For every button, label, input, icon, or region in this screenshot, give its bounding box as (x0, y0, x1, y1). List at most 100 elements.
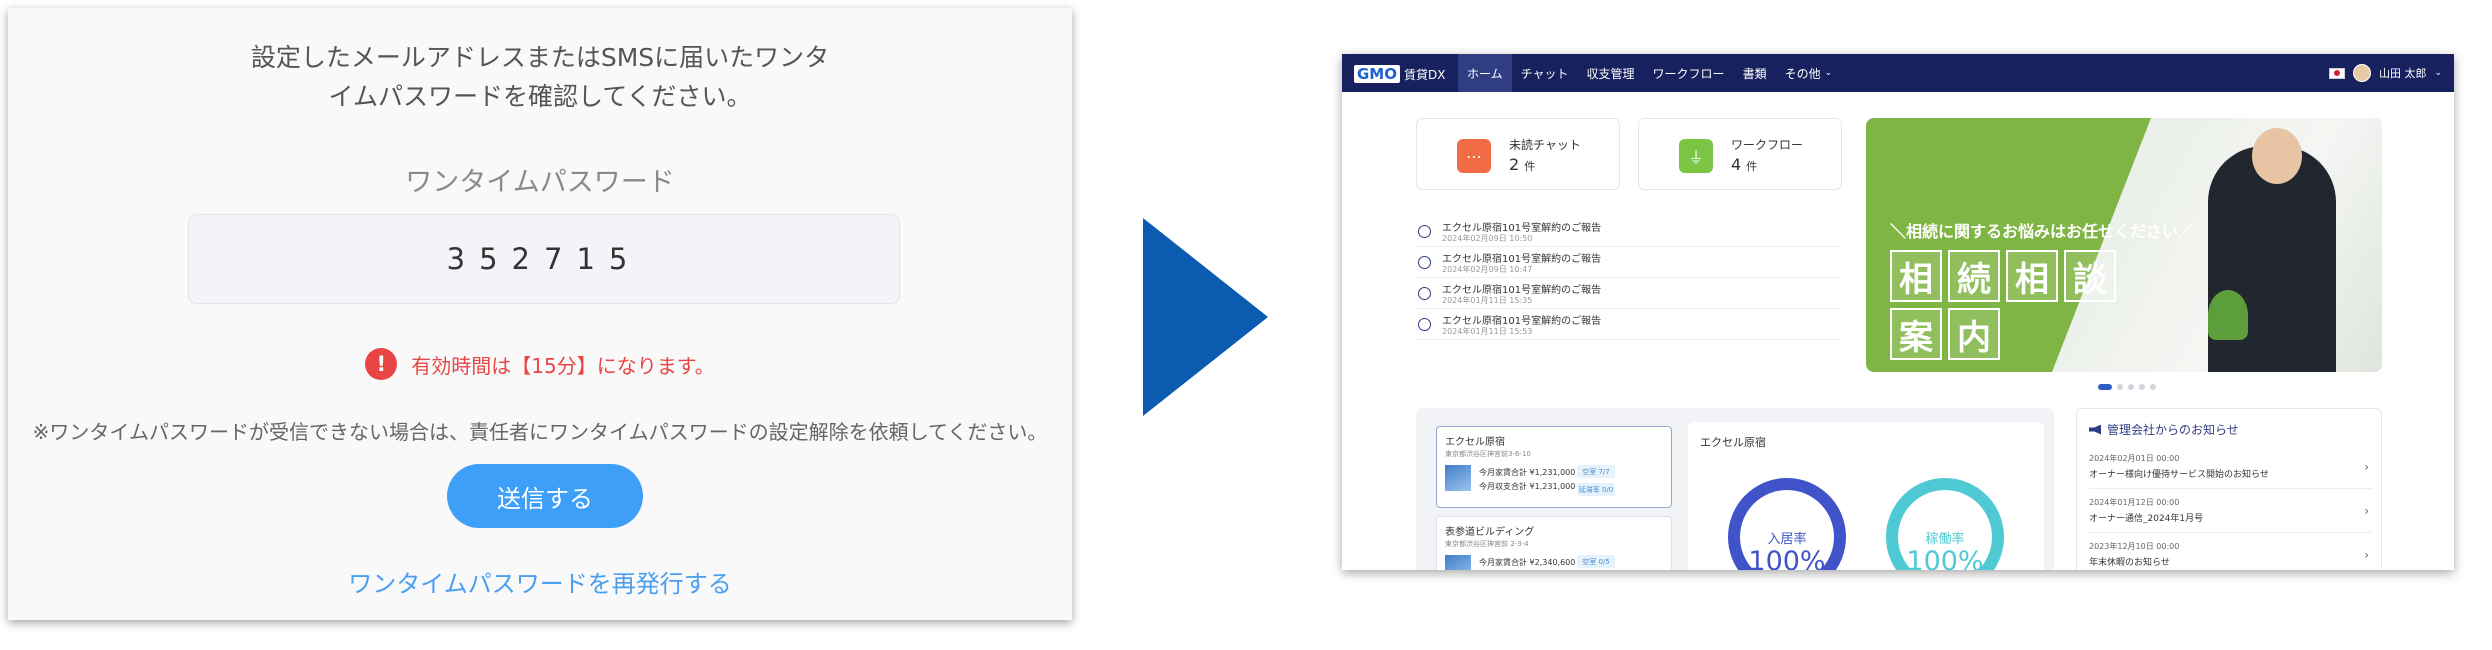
arrow-right-icon (1143, 218, 1268, 416)
list-item[interactable]: 2024年01月12日 00:00 オーナー通信_2024年1月号 › (2089, 491, 2373, 533)
message-title: エクセル原宿101号室解約のご報告 (1442, 285, 1602, 296)
property-card[interactable]: 表参道ビルディング 東京都渋谷区神宮前 2-3-4 今月家賃合計 ¥2,340,… (1436, 516, 1672, 570)
property-metric: 今月家賃合計 ¥2,340,600 (1479, 558, 1576, 567)
nav-item-documents[interactable]: 書類 (1734, 54, 1776, 92)
notice-date: 2023年12月10日 00:00 (2089, 542, 2180, 551)
otp-instruction-line2: イムパスワードを確認してください。 (328, 82, 752, 111)
banner-tagline: ＼相続に関するお悩みはお任せください／ (1890, 222, 2195, 241)
reissue-otp-link[interactable]: ワンタイムパスワードを再発行する (8, 564, 1072, 599)
message-date: 2024年02月09日 10:50 (1442, 234, 1533, 243)
carousel-dot-active[interactable] (2098, 384, 2112, 390)
message-date: 2024年02月09日 10:47 (1442, 265, 1533, 274)
occupancy-card: エクセル原宿 入居率 100% 稼働率 100% (1688, 422, 2044, 570)
notice-date: 2024年01月12日 00:00 (2089, 498, 2180, 507)
app-screenshot: GMO 賃貸DX ホーム チャット 収支管理 ワークフロー 書類 その他 ⌄ 山… (1342, 54, 2454, 570)
workflow-count-value: 4 (1731, 155, 1742, 174)
notice-item-title: 年末休暇のお知らせ (2089, 558, 2170, 568)
unread-chat-card[interactable]: ⋯ 未読チャット 2 件 (1416, 118, 1620, 190)
list-item[interactable]: エクセル原宿101号室解約のご報告 2024年01月11日 15:53 (1414, 309, 1842, 340)
nav-item-home[interactable]: ホーム (1458, 54, 1512, 92)
chat-bubble-icon: ⋯ (1457, 139, 1491, 173)
otp-input[interactable]: 352715 (188, 214, 900, 304)
nav-item-finance[interactable]: 収支管理 (1578, 54, 1644, 92)
message-list: エクセル原宿101号室解約のご報告 2024年02月09日 10:50 エクセル… (1414, 216, 1842, 340)
unread-chat-unit: 件 (1524, 160, 1536, 173)
notice-header: 管理会社からのお知らせ (2089, 421, 2239, 438)
property-name: エクセル原宿 (1445, 437, 1505, 448)
chevron-right-icon: › (2364, 460, 2369, 474)
property-metric: 今月家賃合計 ¥1,231,000 (1479, 468, 1576, 477)
chevron-right-icon: › (2364, 504, 2369, 518)
chevron-down-icon[interactable]: ⌄ (2434, 68, 2442, 78)
nav-item-chat[interactable]: チャット (1512, 54, 1578, 92)
otp-instruction: 設定したメールアドレスまたはSMSに届いたワンタ イムパスワードを確認してくださ… (8, 38, 1072, 116)
list-item[interactable]: 2024年02月01日 00:00 オーナー様向け優待サービス開始のお知らせ › (2089, 447, 2373, 489)
occupancy-title: エクセル原宿 (1700, 436, 1766, 449)
nav-item-other[interactable]: その他 ⌄ (1776, 54, 1842, 92)
nav-item-other-label: その他 (1784, 66, 1821, 81)
otp-instruction-line1: 設定したメールアドレスまたはSMSに届いたワンタ (250, 43, 830, 72)
plant-image (2208, 290, 2248, 340)
chat-icon (1418, 225, 1431, 238)
status-badge: 延滞率 0/0 (1577, 483, 1615, 496)
banner-char: 談 (2064, 250, 2116, 302)
banner-headline-row2: 案 内 (1890, 308, 2000, 360)
building-image (1445, 555, 1471, 570)
unread-chat-count: 2 件 (1509, 155, 1535, 174)
workflow-unit: 件 (1746, 160, 1758, 173)
send-button[interactable]: 送信する (447, 464, 643, 528)
property-metric: 今月収支合計 ¥1,231,000 (1479, 482, 1576, 491)
carousel-dot[interactable] (2117, 384, 2123, 390)
logo[interactable]: GMO 賃貸DX (1354, 65, 1445, 83)
occupancy-gauge: 入居率 100% (1728, 478, 1846, 570)
notice-date: 2024年02月01日 00:00 (2089, 454, 2180, 463)
carousel-dot[interactable] (2150, 384, 2156, 390)
user-name[interactable]: 山田 太郎 (2379, 65, 2427, 81)
carousel-dot[interactable] (2128, 384, 2134, 390)
banner-char: 相 (1890, 250, 1942, 302)
banner-headline-row1: 相 続 相 談 (1890, 250, 2116, 302)
message-date: 2024年01月11日 15:53 (1442, 327, 1533, 336)
nav-items: ホーム チャット 収支管理 ワークフロー 書類 その他 ⌄ (1458, 54, 1841, 92)
otp-label: ワンタイムパスワード (405, 167, 675, 198)
property-panel: エクセル原宿 東京都渋谷区神宮前3-6-10 今月家賃合計 ¥1,231,000… (1416, 408, 2054, 570)
list-item[interactable]: エクセル原宿101号室解約のご報告 2024年02月09日 10:50 (1414, 216, 1842, 247)
top-nav: GMO 賃貸DX ホーム チャット 収支管理 ワークフロー 書類 その他 ⌄ 山… (1342, 54, 2454, 92)
otp-notice-text: 有効時間は【15分】になります。 (411, 353, 715, 378)
otp-card: 設定したメールアドレスまたはSMSに届いたワンタ イムパスワードを確認してくださ… (8, 8, 1072, 620)
banner-char: 内 (1948, 308, 2000, 360)
notice-title: 管理会社からのお知らせ (2107, 423, 2239, 437)
property-card[interactable]: エクセル原宿 東京都渋谷区神宮前3-6-10 今月家賃合計 ¥1,231,000… (1436, 426, 1672, 508)
workflow-title: ワークフロー (1731, 138, 1804, 152)
workflow-card[interactable]: ⏚ ワークフロー 4 件 (1638, 118, 1842, 190)
chat-icon (1418, 318, 1431, 331)
gauge-value: 100% (1906, 546, 1984, 571)
notice-panel: 管理会社からのお知らせ 2024年02月01日 00:00 オーナー様向け優待サ… (2076, 408, 2382, 570)
list-item[interactable]: エクセル原宿101号室解約のご報告 2024年02月09日 10:47 (1414, 247, 1842, 278)
notice-item-title: オーナー様向け優待サービス開始のお知らせ (2089, 470, 2269, 480)
chat-icon (1418, 256, 1431, 269)
promo-banner[interactable]: ＼相続に関するお悩みはお任せください／ 相 続 相 談 案 内 (1866, 118, 2382, 372)
carousel-dot[interactable] (2139, 384, 2145, 390)
banner-char: 相 (2006, 250, 2058, 302)
nav-right: 山田 太郎 ⌄ (2328, 54, 2442, 92)
message-title: エクセル原宿101号室解約のご報告 (1442, 316, 1602, 327)
japan-flag-icon[interactable] (2328, 67, 2345, 79)
message-title: エクセル原宿101号室解約のご報告 (1442, 223, 1602, 234)
list-item[interactable]: 2023年12月10日 00:00 年末休暇のお知らせ › (2089, 535, 2373, 570)
nav-item-workflow[interactable]: ワークフロー (1644, 54, 1734, 92)
megaphone-icon (2089, 424, 2101, 435)
building-image (1445, 465, 1471, 491)
workflow-count: 4 件 (1731, 155, 1757, 174)
avatar[interactable] (2352, 64, 2371, 82)
warning-icon: ! (365, 348, 398, 380)
otp-help-text: ※ワンタイムパスワードが受信できない場合は、責任者にワンタイムパスワードの設定解… (32, 420, 1048, 444)
notice-item-title: オーナー通信_2024年1月号 (2089, 514, 2204, 524)
stamp-icon: ⏚ (1679, 139, 1713, 173)
list-item[interactable]: エクセル原宿101号室解約のご報告 2024年01月11日 15:35 (1414, 278, 1842, 309)
gauge-label: 稼働率 (1925, 532, 1965, 547)
property-address: 東京都渋谷区神宮前3-6-10 (1445, 450, 1531, 458)
chevron-down-icon: ⌄ (1824, 68, 1833, 78)
logo-sub: 賃貸DX (1404, 67, 1446, 82)
property-name: 表参道ビルディング (1445, 527, 1535, 538)
